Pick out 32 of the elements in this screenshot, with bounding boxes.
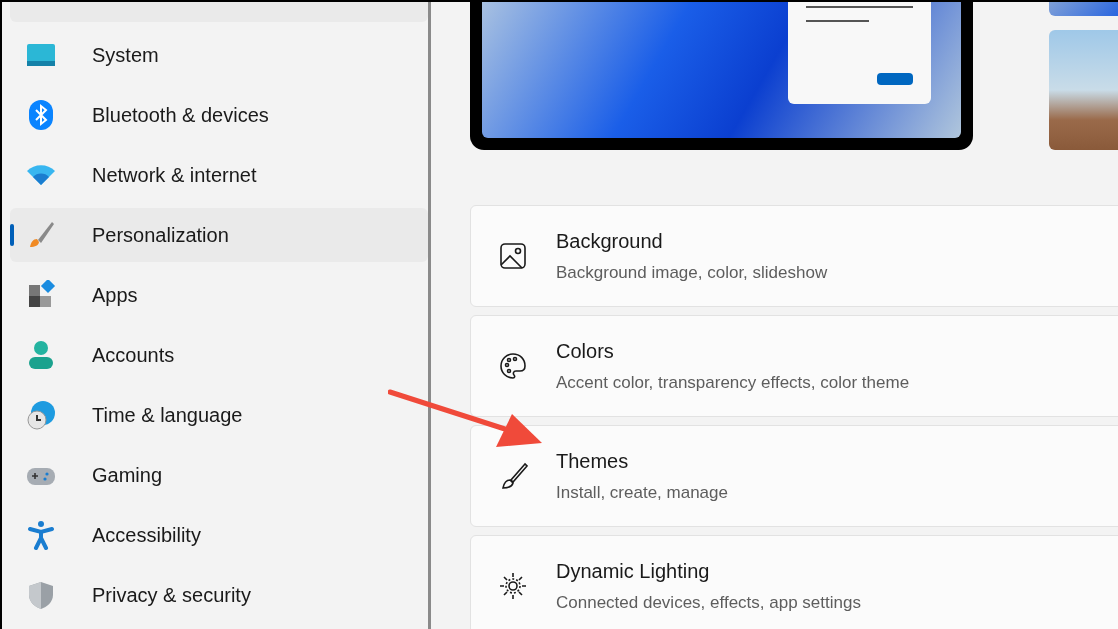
card-title: Themes (556, 449, 630, 475)
sidebar-item[interactable]: Accounts (10, 328, 428, 382)
card-title: Background (556, 229, 664, 255)
settings-card[interactable]: Background Background image, color, slideshow (470, 205, 1118, 307)
palette-icon (498, 351, 528, 381)
card-description: Connected devices, effects, app settings (556, 592, 861, 615)
sidebar-item[interactable]: Apps (10, 268, 428, 322)
sidebar-item[interactable]: Gaming (10, 448, 428, 502)
card-description: Accent color, transparency effects, color theme (556, 372, 910, 395)
sidebar-item[interactable]: Network & internet (10, 148, 428, 202)
card-title: Colors (556, 339, 615, 365)
accessibility-icon (26, 520, 56, 550)
selection-indicator (10, 224, 14, 246)
globe-clock-icon (26, 400, 56, 430)
settings-card[interactable]: Themes Install, create, manage (470, 425, 1118, 527)
sidebar-item[interactable]: Personalization (10, 208, 428, 262)
sidebar-item[interactable]: Accessibility (10, 508, 428, 562)
shield-icon (26, 580, 56, 610)
light-icon (498, 571, 528, 601)
bluetooth-icon (26, 100, 56, 130)
settings-card[interactable]: Colors Accent color, transparency effects, color theme (470, 315, 1118, 417)
card-description: Background image, color, slideshow (556, 262, 828, 285)
sidebar-item[interactable]: System (10, 28, 428, 82)
sidebar-item[interactable]: Bluetooth & devices (10, 88, 428, 142)
card-title: Dynamic Lighting (556, 559, 711, 585)
image-icon (498, 241, 528, 271)
sidebar-item[interactable]: Time & language (10, 388, 428, 442)
settings-card[interactable]: Dynamic Lighting Connected devices, effects, app settings (470, 535, 1118, 629)
person-icon (26, 340, 56, 370)
card-description: Install, create, manage (556, 482, 728, 505)
apps-icon (26, 280, 56, 310)
sidebar-item[interactable]: Privacy & security (10, 568, 428, 622)
